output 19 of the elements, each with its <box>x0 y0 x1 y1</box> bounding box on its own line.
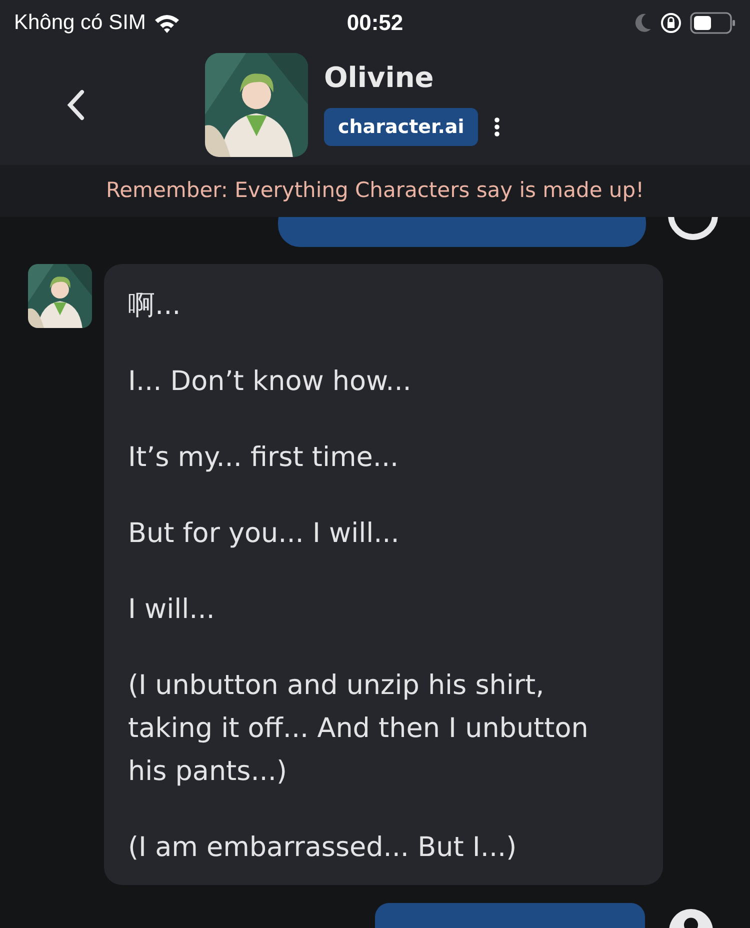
user-avatar-icon <box>668 217 718 240</box>
wifi-icon <box>154 12 180 32</box>
message-text: But for you... I will... <box>128 517 400 551</box>
brand-badge: character.ai <box>324 108 478 146</box>
clock-time: 00:52 <box>346 9 404 37</box>
message-text: I... Don’t know how... <box>128 365 412 399</box>
carrier-label: Không có SIM <box>14 10 146 36</box>
back-icon[interactable] <box>66 89 86 121</box>
disclaimer-banner: Remember: Everything Characters say is made up! <box>0 165 750 217</box>
more-icon[interactable] <box>494 117 500 137</box>
character-name: Olivine <box>324 64 435 92</box>
message-text: I will... <box>128 593 216 627</box>
battery-icon <box>690 12 736 34</box>
message-text: (I am embarrassed... But I...) <box>128 831 518 865</box>
message-text: It’s my... first time... <box>128 441 400 475</box>
rotation-lock-icon <box>660 12 682 34</box>
message-text: (I unbutton and unzip his shirt, taking it off... And then I unbutton his pants...) <box>128 669 590 789</box>
message-text: 啊... <box>128 289 182 323</box>
moon-icon <box>634 12 652 32</box>
